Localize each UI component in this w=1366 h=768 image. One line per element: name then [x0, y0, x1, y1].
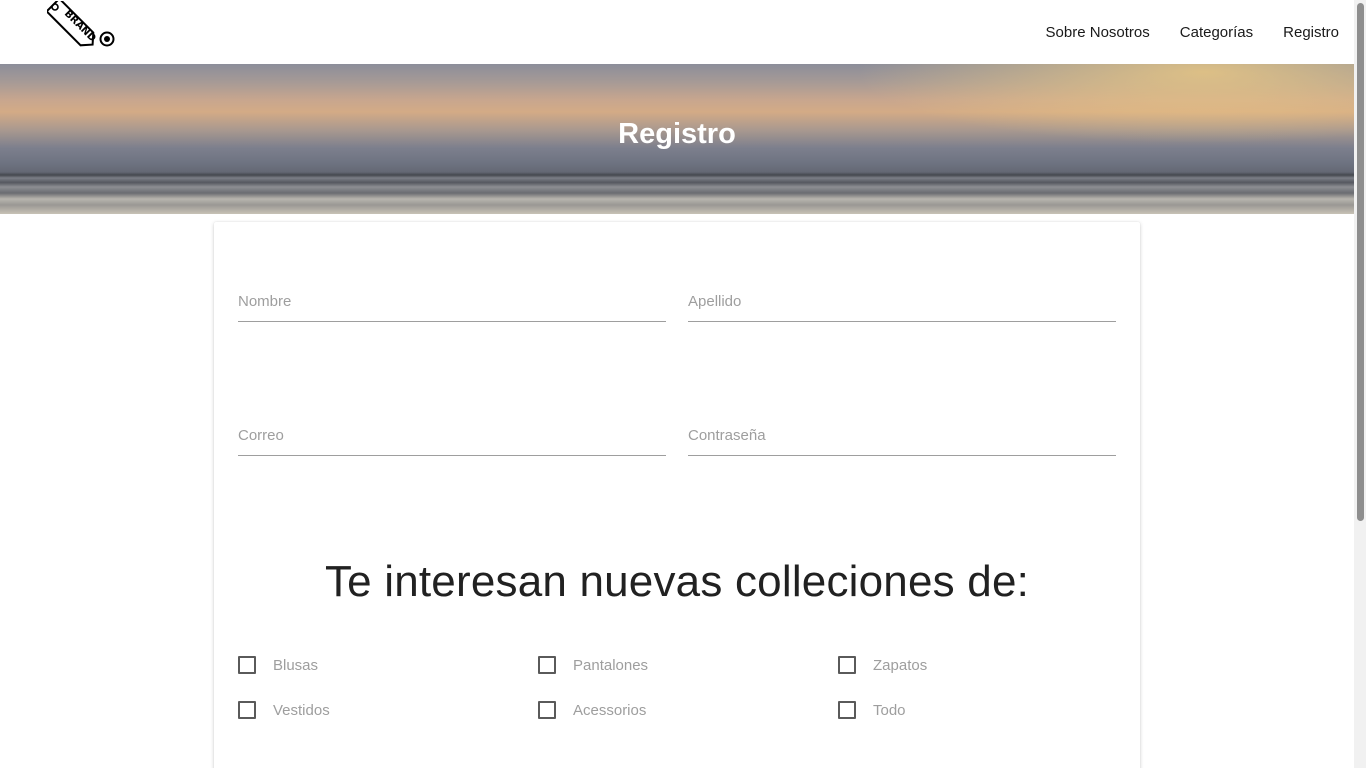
checkbox-box[interactable]: [538, 701, 556, 719]
navbar: BRAND Sobre Nosotros Categorías Registro: [0, 0, 1354, 64]
checkbox-box[interactable]: [238, 656, 256, 674]
nombre-input[interactable]: [238, 282, 666, 321]
nav-link-categorias[interactable]: Categorías: [1180, 24, 1253, 41]
checkbox-acessorios[interactable]: Acessorios: [538, 700, 646, 720]
price-tag-icon: BRAND: [45, 0, 115, 47]
apellido-field-wrapper: [688, 282, 1116, 322]
checkbox-blusas[interactable]: Blusas: [238, 655, 318, 675]
contrasena-field-wrapper: [688, 416, 1116, 456]
checkbox-box[interactable]: [538, 656, 556, 674]
scrollbar-thumb[interactable]: [1357, 3, 1364, 521]
apellido-input[interactable]: [688, 282, 1116, 321]
nav-link-registro[interactable]: Registro: [1283, 24, 1339, 41]
page-title: Registro: [618, 117, 736, 150]
checkbox-label: Acessorios: [573, 701, 647, 719]
checkbox-label: Pantalones: [573, 656, 649, 674]
checkbox-pantalones[interactable]: Pantalones: [538, 655, 648, 675]
nav-link-sobre-nosotros[interactable]: Sobre Nosotros: [1046, 24, 1150, 41]
brand-logo[interactable]: BRAND: [45, 0, 117, 63]
checkbox-zapatos[interactable]: Zapatos: [838, 655, 927, 675]
checkbox-label: Zapatos: [873, 656, 928, 674]
checkbox-vestidos[interactable]: Vestidos: [238, 700, 330, 720]
nav-links: Sobre Nosotros Categorías Registro: [1016, 0, 1339, 64]
checkbox-todo[interactable]: Todo: [838, 700, 906, 720]
interests-heading: Te interesan nuevas colleciones de:: [324, 557, 1030, 606]
checkbox-box[interactable]: [838, 656, 856, 674]
checkbox-label: Blusas: [273, 656, 319, 674]
nombre-field-wrapper: [238, 282, 666, 322]
contrasena-input[interactable]: [688, 416, 1116, 455]
checkbox-box[interactable]: [238, 701, 256, 719]
checkbox-label: Vestidos: [273, 701, 330, 719]
hero-banner: Registro: [0, 64, 1354, 214]
correo-input[interactable]: [238, 416, 666, 455]
correo-field-wrapper: [238, 416, 666, 456]
page-scrollbar[interactable]: [1354, 0, 1366, 768]
checkbox-label: Todo: [873, 701, 906, 719]
registration-card: Te interesan nuevas colleciones de: Blus…: [214, 222, 1140, 768]
checkbox-box[interactable]: [838, 701, 856, 719]
